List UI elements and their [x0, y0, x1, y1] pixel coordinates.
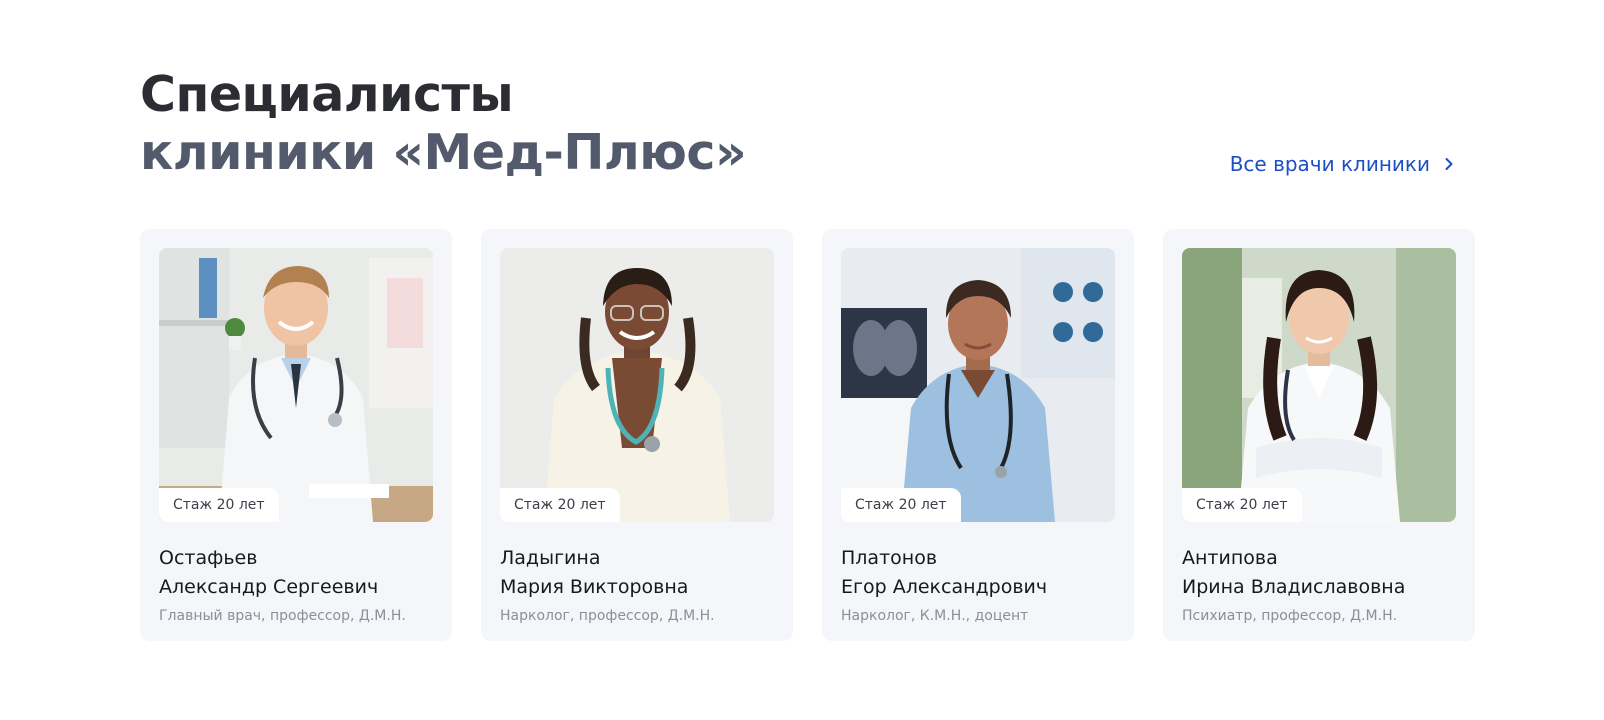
all-doctors-link-label: Все врачи клиники: [1229, 152, 1430, 176]
specialists-section: Специалисты клиники «Мед-Плюс» Все врачи…: [0, 0, 1604, 720]
experience-badge: Стаж 20 лет: [1182, 488, 1302, 522]
doctor-cards: Стаж 20 лет Остафьев Александр Сергеевич…: [140, 229, 1475, 641]
doctor-role: Нарколог, К.М.Н., доцент: [841, 608, 1029, 624]
doctor-portrait-image: [159, 248, 433, 522]
doctor-photo: Стаж 20 лет: [841, 248, 1115, 522]
doctor-first-names: Егор Александрович: [841, 576, 1048, 598]
doctor-name: Платонов Егор Александрович: [841, 544, 1115, 602]
chevron-right-icon: [1445, 158, 1453, 170]
experience-badge: Стаж 20 лет: [500, 488, 620, 522]
doctor-first-names: Мария Викторовна: [500, 576, 689, 598]
doctor-last-name: Ладыгина: [500, 547, 601, 569]
doctor-portrait-image: [1182, 248, 1456, 522]
section-title-line2: клиники «Мед-Плюс»: [140, 124, 747, 181]
doctor-role: Нарколог, профессор, Д.М.Н.: [500, 608, 715, 624]
doctor-card[interactable]: Стаж 20 лет Ладыгина Мария Викторовна На…: [481, 229, 793, 641]
doctor-last-name: Остафьев: [159, 547, 258, 569]
experience-badge: Стаж 20 лет: [159, 488, 279, 522]
doctor-portrait-image: [500, 248, 774, 522]
doctor-card[interactable]: Стаж 20 лет Антипова Ирина Владиславовна…: [1163, 229, 1475, 641]
doctor-card[interactable]: Стаж 20 лет Остафьев Александр Сергеевич…: [140, 229, 452, 641]
doctor-first-names: Ирина Владиславовна: [1182, 576, 1406, 598]
doctor-last-name: Платонов: [841, 547, 938, 569]
doctor-name: Антипова Ирина Владиславовна: [1182, 544, 1456, 602]
doctor-photo: Стаж 20 лет: [159, 248, 433, 522]
doctor-role: Психиатр, профессор, Д.М.Н.: [1182, 608, 1398, 624]
doctor-last-name: Антипова: [1182, 547, 1278, 569]
section-title: Специалисты клиники «Мед-Плюс»: [140, 66, 747, 182]
doctor-role: Главный врач, профессор, Д.М.Н.: [159, 608, 406, 624]
doctor-portrait-image: [841, 248, 1115, 522]
all-doctors-link[interactable]: Все врачи клиники: [1230, 152, 1456, 176]
doctor-photo: Стаж 20 лет: [1182, 248, 1456, 522]
doctor-card[interactable]: Стаж 20 лет Платонов Егор Александрович …: [822, 229, 1134, 641]
doctor-name: Остафьев Александр Сергеевич: [159, 544, 433, 602]
experience-badge: Стаж 20 лет: [841, 488, 961, 522]
doctor-first-names: Александр Сергеевич: [159, 576, 379, 598]
doctor-photo: Стаж 20 лет: [500, 248, 774, 522]
section-title-line1: Специалисты: [140, 66, 514, 123]
doctor-name: Ладыгина Мария Викторовна: [500, 544, 774, 602]
